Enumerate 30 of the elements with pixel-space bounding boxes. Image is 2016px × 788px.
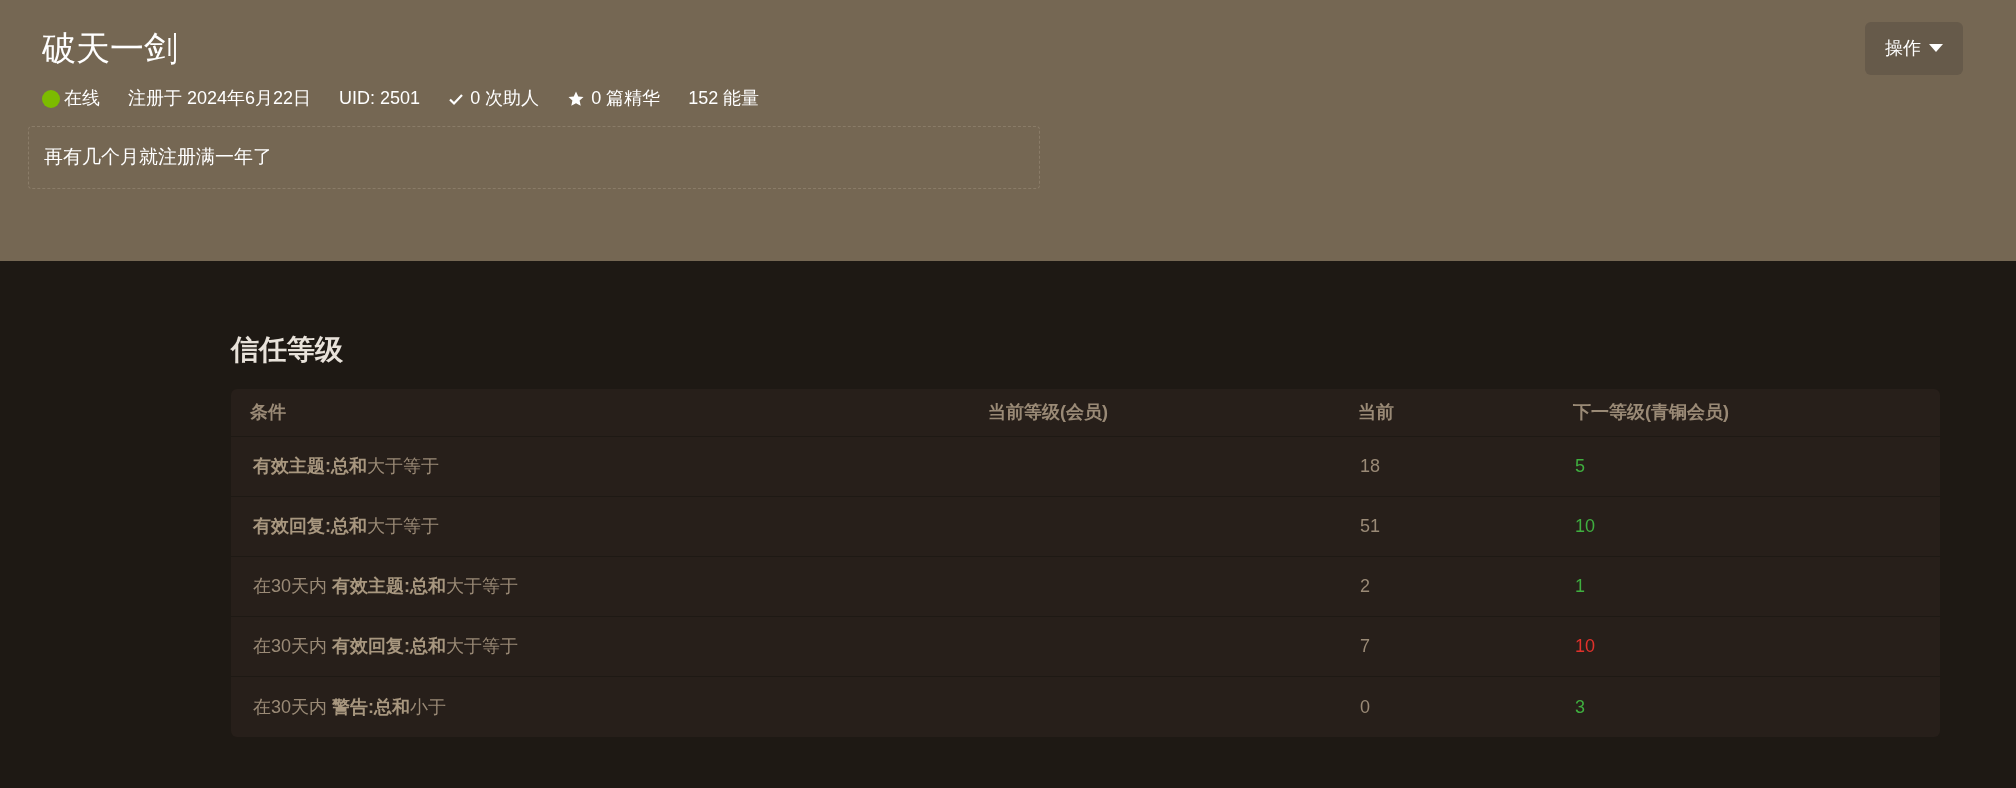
- next-level-value: 5: [1574, 455, 1586, 478]
- section-title: 信任等级: [231, 333, 344, 367]
- caret-icon: [1929, 44, 1943, 53]
- condition-cell-text: 有效回复:总和大于等于: [252, 515, 440, 538]
- current-value: 51: [1359, 515, 1382, 538]
- current-value: 7: [1359, 635, 1371, 658]
- next-level-value: 3: [1574, 695, 1586, 719]
- status-label: 在线: [64, 87, 100, 110]
- current-value: 18: [1359, 455, 1382, 478]
- condition-cell-text: 有效主题:总和大于等于: [252, 455, 440, 478]
- condition-cell-text: 在30天内 警告:总和小于: [252, 695, 448, 719]
- meta-text: 0 次助人: [470, 87, 540, 110]
- meta-text: UID: 2501: [339, 87, 421, 110]
- condition-cell-text: 在30天内 有效主题:总和大于等于: [252, 575, 520, 598]
- current-value: 2: [1359, 575, 1371, 598]
- current-value: 0: [1359, 695, 1371, 719]
- column-header: 当前等级(会员): [988, 401, 1109, 424]
- column-header: 下一等级(青铜会员): [1573, 401, 1730, 424]
- next-level-value: 10: [1574, 635, 1597, 658]
- meta-text: 注册于 2024年6月22日: [128, 87, 312, 110]
- username: 破天一剑: [42, 28, 178, 69]
- column-header: 条件: [250, 401, 287, 424]
- meta-text: 152 能量: [688, 87, 760, 110]
- condition-cell-text: 在30天内 有效回复:总和大于等于: [252, 635, 520, 658]
- next-level-value: 1: [1574, 575, 1586, 598]
- column-header: 当前: [1358, 401, 1395, 424]
- meta-text: 0 篇精华: [591, 87, 661, 110]
- bio-text: 再有几个月就注册满一年了: [44, 145, 272, 170]
- action-button[interactable]: 操作: [1865, 22, 1963, 75]
- next-level-value: 10: [1574, 515, 1597, 538]
